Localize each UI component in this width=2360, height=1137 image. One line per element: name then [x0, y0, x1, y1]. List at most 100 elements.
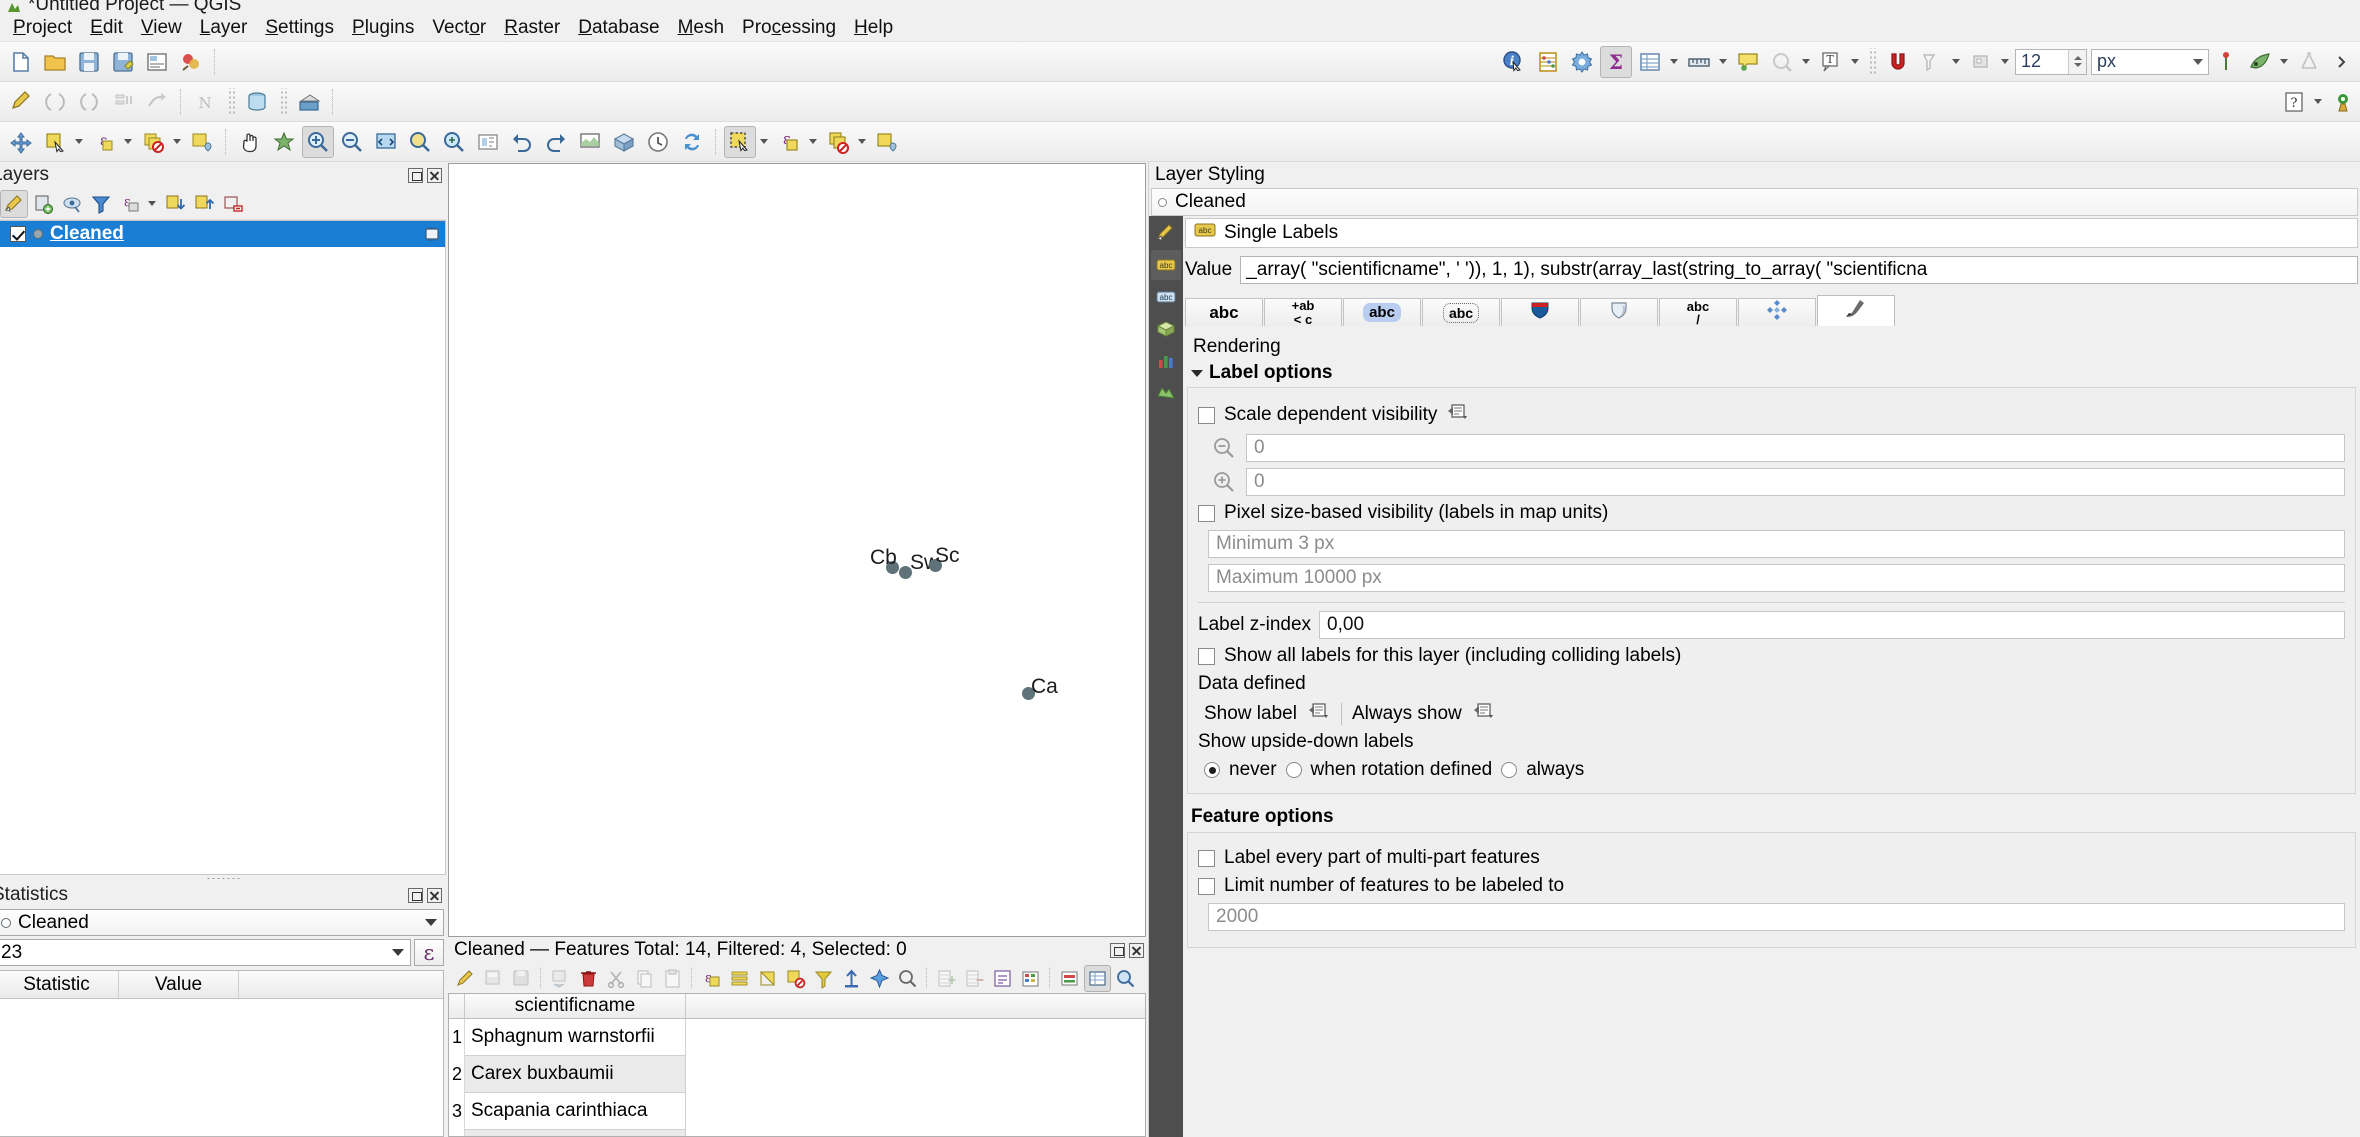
vtab-3d-view[interactable] — [1151, 314, 1181, 344]
select-value-icon[interactable] — [186, 126, 218, 158]
help-contents-icon[interactable]: ? — [2278, 86, 2310, 118]
tab-mask[interactable]: abc — [1422, 298, 1500, 326]
label-z-index-input[interactable]: 0,00 — [1319, 611, 2345, 639]
collapse-all-icon[interactable] — [190, 190, 218, 218]
attribute-table-close-button[interactable] — [1129, 942, 1144, 958]
attribute-table[interactable]: scientificname 1 Sphagnum warnstorfii 2 … — [448, 993, 1146, 1137]
paste-features-icon[interactable] — [659, 965, 686, 992]
refresh-icon[interactable] — [676, 126, 708, 158]
vtab-diagrams[interactable] — [1151, 346, 1181, 376]
table-row[interactable]: 1 Sphagnum warnstorfii — [449, 1019, 1145, 1056]
zoom-to-selection-icon[interactable] — [404, 126, 436, 158]
select-dropdown-icon[interactable] — [72, 127, 85, 157]
open-field-calculator-table-icon[interactable] — [989, 965, 1016, 992]
label-every-part-checkbox[interactable] — [1198, 849, 1215, 867]
new-map-view-icon[interactable] — [574, 126, 606, 158]
statistics-float-button[interactable] — [408, 887, 423, 903]
zoom-last-icon[interactable] — [506, 126, 538, 158]
radio-always[interactable] — [1501, 762, 1518, 778]
vtab-history[interactable] — [1151, 378, 1181, 408]
save-edits-icon[interactable] — [480, 965, 507, 992]
menu-vector[interactable]: Vector — [423, 14, 495, 42]
zoom-to-layer-icon[interactable] — [438, 126, 470, 158]
minimum-px-input[interactable]: Minimum 3 px — [1208, 530, 2345, 558]
tab-callouts[interactable]: abc / — [1659, 298, 1737, 326]
temporal-controller-icon[interactable] — [642, 126, 674, 158]
table-row[interactable]: 4 Carex appropinquata — [449, 1130, 1145, 1136]
zoom-native-icon[interactable] — [472, 126, 504, 158]
filter-legend-expression-icon[interactable]: ε — [116, 190, 144, 218]
save-project-as-icon[interactable] — [107, 46, 139, 78]
layer-visibility-checkbox[interactable] — [10, 226, 26, 242]
deselect-features-icon[interactable] — [137, 126, 169, 158]
statistics-close-button[interactable] — [427, 887, 442, 903]
topological-editing-icon[interactable] — [2210, 46, 2242, 78]
copy-features-icon[interactable] — [631, 965, 658, 992]
cell-scientificname[interactable]: Carex buxbaumii — [465, 1056, 686, 1093]
style-manager-icon[interactable] — [175, 46, 207, 78]
menu-edit[interactable]: Edit — [81, 14, 132, 42]
pan-map-icon[interactable] — [5, 126, 37, 158]
manage-map-themes-icon[interactable] — [58, 190, 86, 218]
menu-help[interactable]: Help — [845, 14, 902, 42]
toggle-editing-icon[interactable] — [452, 965, 479, 992]
statistics-layer-select[interactable]: Cleaned — [0, 909, 444, 936]
add-feature-icon[interactable] — [107, 86, 139, 118]
map-tips-icon[interactable] — [1732, 46, 1764, 78]
toggle-snapping-icon[interactable] — [1882, 46, 1914, 78]
identify-features-icon[interactable]: i — [1498, 46, 1530, 78]
annotation-dropdown-icon[interactable] — [1848, 47, 1861, 77]
labeling-mode-select[interactable]: abc Single Labels — [1185, 218, 2358, 248]
enable-tracing-icon[interactable] — [2293, 46, 2325, 78]
show-label-override-icon[interactable] — [1307, 701, 1331, 727]
save-layer-edits-icon[interactable] — [508, 965, 535, 992]
statistical-dropdown-icon[interactable] — [1799, 47, 1812, 77]
select-all-icon[interactable]: ε — [698, 965, 725, 992]
select-all-features-icon[interactable] — [726, 965, 753, 992]
menu-database[interactable]: Database — [569, 14, 668, 42]
move-feature-icon[interactable] — [141, 86, 173, 118]
tab-shadow[interactable] — [1580, 298, 1658, 326]
select-by-expression-icon[interactable]: ε — [88, 126, 120, 158]
statistics-col-value[interactable]: Value — [119, 971, 239, 998]
filter-legend-dropdown-icon[interactable] — [145, 192, 158, 216]
label-value-expression-input[interactable]: _array( "scientificname", ' ')), 1, 1), … — [1240, 256, 2358, 284]
pan-map-tool-icon[interactable] — [234, 126, 266, 158]
add-circular-string-radius-icon[interactable] — [73, 86, 105, 118]
expand-all-icon[interactable] — [161, 190, 189, 218]
new-field-icon[interactable] — [933, 965, 960, 992]
min-scale-input[interactable]: 0 — [1246, 434, 2345, 462]
menu-plugins[interactable]: Plugins — [343, 14, 423, 42]
menu-view[interactable]: View — [132, 14, 191, 42]
add-annotation-layer-icon[interactable] — [871, 126, 903, 158]
select-expression-dropdown-icon[interactable] — [121, 127, 134, 157]
cell-scientificname[interactable]: Sphagnum warnstorfii — [465, 1019, 686, 1056]
zoom-next-icon[interactable] — [540, 126, 572, 158]
invert-selection-icon[interactable] — [754, 965, 781, 992]
open-field-calculator-icon[interactable] — [1532, 46, 1564, 78]
save-project-icon[interactable] — [73, 46, 105, 78]
tab-buffer[interactable]: abc — [1343, 298, 1421, 326]
delete-field-icon[interactable] — [961, 965, 988, 992]
snapping-mode-dropdown-icon[interactable] — [1949, 47, 1962, 77]
menu-settings[interactable]: Settings — [256, 14, 343, 42]
remove-layer-group-icon[interactable] — [219, 190, 247, 218]
current-edits-icon[interactable] — [5, 86, 37, 118]
delete-selected-icon[interactable] — [575, 965, 602, 992]
deselect-dropdown-icon[interactable] — [170, 127, 183, 157]
attribute-table-dropdown-icon[interactable] — [1667, 47, 1680, 77]
new-project-icon[interactable] — [5, 46, 37, 78]
zoom-map-to-selection-icon[interactable] — [894, 965, 921, 992]
add-group-icon[interactable] — [29, 190, 57, 218]
new-layer-dropdown-icon[interactable] — [757, 127, 770, 157]
menu-raster[interactable]: Raster — [495, 14, 569, 42]
label-size-arrows[interactable] — [2068, 49, 2086, 74]
menu-layer[interactable]: Layer — [191, 14, 257, 42]
layers-float-button[interactable] — [408, 167, 423, 183]
select-features-icon[interactable] — [39, 126, 71, 158]
vtab-symbology[interactable] — [1151, 218, 1181, 248]
form-view-icon[interactable] — [1056, 965, 1083, 992]
remove-layer-icon[interactable] — [822, 126, 854, 158]
zoom-full-icon[interactable] — [370, 126, 402, 158]
new-3d-map-view-icon[interactable] — [608, 126, 640, 158]
